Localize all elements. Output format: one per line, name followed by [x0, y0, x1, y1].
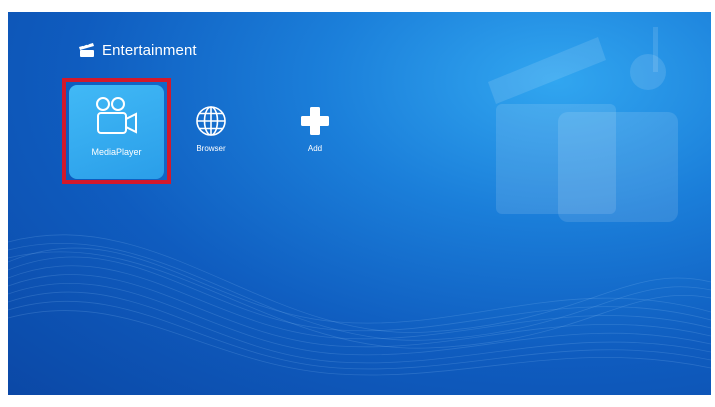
app-label: MediaPlayer	[91, 147, 142, 157]
section-header: Entertainment	[78, 40, 197, 60]
app-tile-add[interactable]: Add	[280, 98, 350, 192]
video-camera-icon	[95, 97, 137, 134]
app-row: MediaPlayer Browser Add	[62, 78, 362, 188]
clapperboard-icon	[78, 42, 96, 58]
section-title: Entertainment	[102, 41, 197, 59]
launcher-screen: Entertainment MediaPlayer Browser Add	[8, 12, 711, 395]
app-label: Browser	[196, 144, 226, 153]
background-clapperboard-art	[488, 27, 678, 222]
globe-icon	[196, 106, 226, 136]
app-label: Add	[307, 144, 323, 153]
app-tile-mediaplayer[interactable]: MediaPlayer	[69, 85, 164, 179]
app-tile-browser[interactable]: Browser	[176, 98, 246, 192]
plus-icon	[301, 107, 329, 135]
